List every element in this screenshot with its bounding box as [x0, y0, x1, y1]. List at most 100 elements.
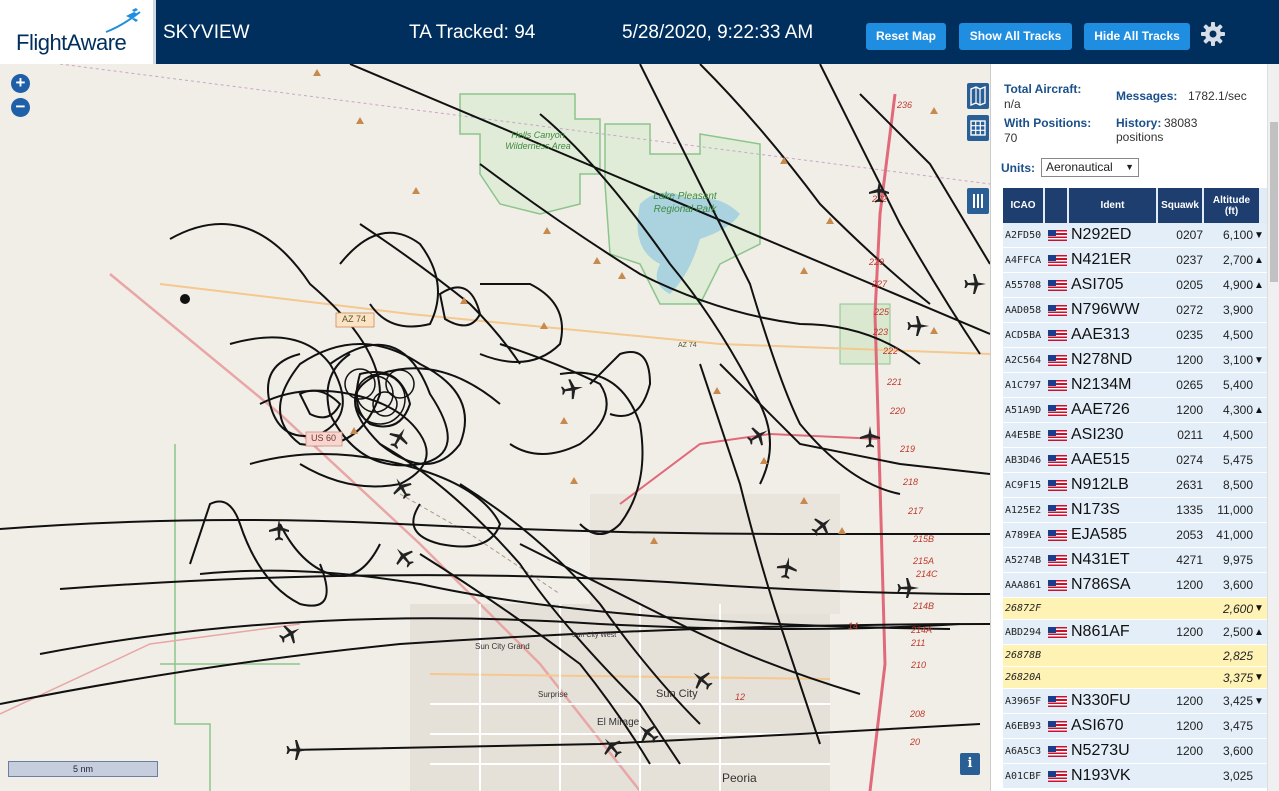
flag-icon — [1046, 650, 1068, 661]
toggle-columns-button[interactable] — [967, 188, 989, 214]
row-squawk: 0205 — [1176, 278, 1203, 292]
table-row[interactable]: AB3D46 AAE515 0274 5,475 — [1003, 448, 1267, 473]
row-altitude: 11,000 — [1217, 503, 1253, 517]
row-altitude: 3,600 — [1222, 578, 1253, 592]
flag-icon — [1046, 229, 1068, 241]
row-squawk: 1200 — [1176, 694, 1203, 708]
table-row[interactable]: ACD5BA AAE313 0235 4,500 — [1003, 323, 1267, 348]
mile-marker: 220 — [890, 406, 906, 416]
map-area[interactable]: Hells Canyon Wilderness Area Lake Pleasa… — [0, 64, 990, 791]
table-row[interactable]: A51A9D AAE726 1200 4,300 ▲ — [1003, 398, 1267, 423]
us-flag-icon — [1048, 429, 1067, 441]
row-icao: A789EA — [1005, 529, 1042, 541]
col-icao[interactable]: ICAO — [1003, 188, 1043, 223]
vertical-rate-icon: ▲ — [1254, 279, 1264, 291]
aircraft-icon[interactable] — [906, 314, 930, 338]
table-row[interactable]: 26872F 2,600 ▼ — [1003, 598, 1267, 620]
table-row[interactable]: AC9F15 N912LB 2631 8,500 — [1003, 473, 1267, 498]
units-label: Units: — [1001, 161, 1035, 175]
col-flag[interactable] — [1045, 188, 1067, 223]
row-ident: N421ER — [1071, 251, 1132, 268]
row-altitude: 3,375 — [1222, 670, 1253, 685]
chevron-down-icon: ▼ — [1125, 162, 1134, 172]
us-flag-icon — [1048, 695, 1067, 707]
table-row[interactable]: A2C564 N278ND 1200 3,100 ▼ — [1003, 348, 1267, 373]
current-datetime: 5/28/2020, 9:22:33 AM — [622, 22, 814, 43]
flag-icon — [1046, 720, 1068, 732]
row-squawk: 2053 — [1176, 528, 1203, 542]
gear-icon[interactable] — [1200, 21, 1226, 47]
mile-marker: 210 — [911, 660, 927, 670]
aircraft-icon[interactable] — [867, 180, 891, 204]
row-squawk: 1200 — [1176, 353, 1203, 367]
row-squawk: 1200 — [1176, 625, 1203, 639]
show-all-tracks-button[interactable]: Show All Tracks — [959, 23, 1072, 50]
table-row[interactable]: A2FD50 N292ED 0207 6,100 ▼ — [1003, 223, 1267, 248]
mile-marker: 221 — [887, 377, 903, 387]
scrollbar-thumb[interactable] — [1270, 122, 1278, 282]
us-flag-icon — [1048, 770, 1067, 782]
row-squawk: 0211 — [1177, 428, 1203, 442]
aircraft-icon[interactable] — [773, 554, 801, 582]
map-layer-button[interactable] — [967, 83, 989, 109]
info-icon[interactable]: i — [960, 753, 980, 775]
row-ident: N796WW — [1071, 301, 1140, 318]
table-row[interactable]: A55708 ASI705 0205 4,900 ▲ — [1003, 273, 1267, 298]
row-icao: ACD5BA — [1005, 329, 1042, 341]
table-row[interactable]: 26820A 3,375 ▼ — [1003, 667, 1267, 689]
reset-map-button[interactable]: Reset Map — [866, 23, 946, 50]
table-row[interactable]: A6A5C3 N5273U 1200 3,600 — [1003, 739, 1267, 764]
zoom-in-button[interactable]: + — [11, 74, 30, 93]
table-row[interactable]: AAD058 N796WW 0272 3,900 — [1003, 298, 1267, 323]
us-flag-icon — [1048, 626, 1067, 638]
col-squawk[interactable]: Squawk — [1158, 188, 1202, 223]
aircraft-icon[interactable] — [858, 425, 882, 449]
row-altitude: 2,700 — [1222, 253, 1253, 267]
flightaware-logo[interactable]: FlightAware — [0, 0, 156, 64]
with-positions-label: With Positions: — [1004, 116, 1092, 130]
flag-icon — [1046, 695, 1068, 707]
vertical-rate-icon: ▼ — [1254, 354, 1264, 366]
table-row[interactable]: A789EA EJA585 2053 41,000 — [1003, 523, 1267, 548]
aircraft-icon[interactable] — [896, 576, 920, 600]
row-icao: AC9F15 — [1005, 479, 1042, 491]
table-row[interactable]: A01CBF N193VK 3,025 — [1003, 764, 1267, 789]
sun-city-grand-label: Sun City Grand — [475, 642, 530, 651]
table-row[interactable]: A4E5BE ASI230 0211 4,500 — [1003, 423, 1267, 448]
mile-marker: 215B — [913, 534, 935, 544]
map-canvas[interactable] — [0, 64, 990, 791]
row-icao: 26820A — [1005, 672, 1042, 683]
table-row[interactable]: A5274B N431ET 4271 9,975 — [1003, 548, 1267, 573]
mile-marker: 225 — [874, 307, 890, 317]
row-icao: A51A9D — [1005, 404, 1042, 416]
table-row[interactable]: ABD294 N861AF 1200 2,500 ▲ — [1003, 620, 1267, 645]
aircraft-icon[interactable] — [963, 272, 987, 296]
table-row[interactable]: 26878B 2,825 — [1003, 645, 1267, 667]
history-value: 38083 positions — [1116, 116, 1198, 144]
table-row[interactable]: A125E2 N173S 1335 11,000 — [1003, 498, 1267, 523]
aircraft-icon[interactable] — [267, 518, 291, 542]
col-ident[interactable]: Ident — [1069, 188, 1156, 223]
row-ident: N431ET — [1071, 551, 1130, 568]
mile-marker: 229 — [869, 257, 885, 267]
table-row[interactable]: A3965F N330FU 1200 3,425 ▼ — [1003, 689, 1267, 714]
row-altitude: 2,500 — [1222, 625, 1253, 639]
col-altitude[interactable]: Altitude (ft) — [1204, 188, 1259, 223]
hide-all-tracks-button[interactable]: Hide All Tracks — [1084, 23, 1190, 50]
table-row[interactable]: A6EB93 ASI670 1200 3,475 — [1003, 714, 1267, 739]
zoom-out-button[interactable]: − — [11, 98, 30, 117]
row-altitude: 3,025 — [1222, 769, 1253, 783]
table-row[interactable]: A1C797 N2134M 0265 5,400 — [1003, 373, 1267, 398]
panel-scrollbar[interactable] — [1267, 64, 1279, 791]
grid-button[interactable] — [967, 115, 989, 141]
aircraft-icon[interactable] — [558, 375, 586, 403]
table-row[interactable]: AAA861 N786SA 1200 3,600 — [1003, 573, 1267, 598]
vertical-rate-icon: ▲ — [1254, 254, 1264, 266]
mile-marker: 214A — [911, 625, 933, 635]
flag-icon — [1046, 770, 1068, 782]
us-flag-icon — [1048, 479, 1067, 491]
flag-icon — [1046, 504, 1068, 516]
aircraft-icon[interactable] — [285, 738, 309, 762]
units-select[interactable]: Aeronautical ▼ — [1041, 158, 1139, 177]
table-row[interactable]: A4FFCA N421ER 0237 2,700 ▲ — [1003, 248, 1267, 273]
